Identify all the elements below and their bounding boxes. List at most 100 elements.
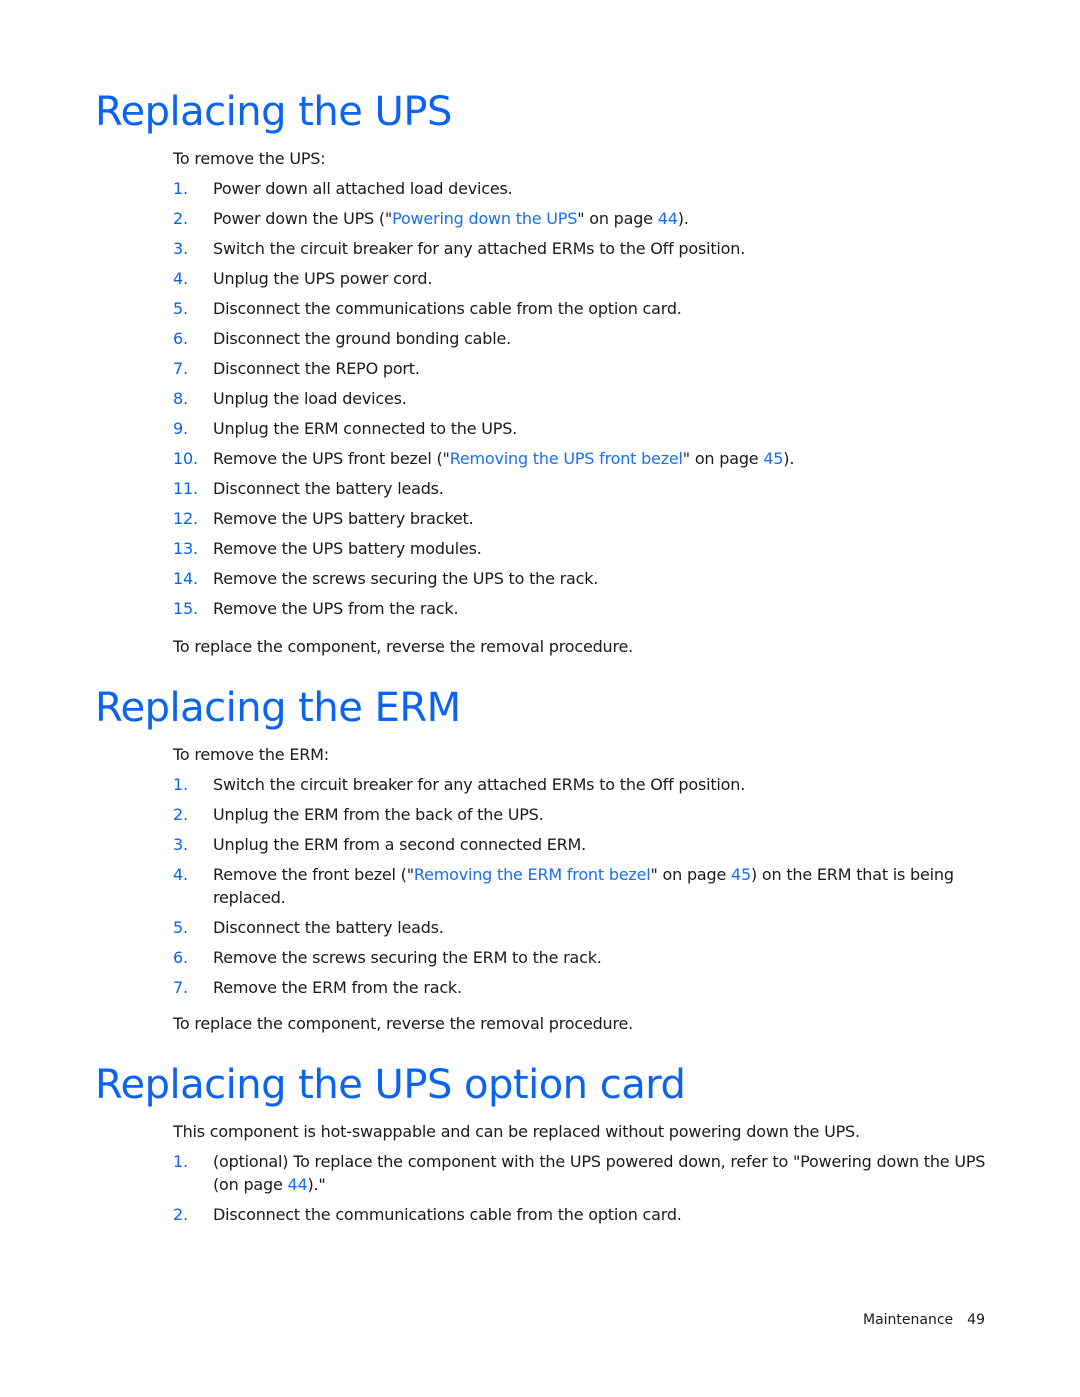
step-number: 13. [173,539,198,558]
step-text: Disconnect the communications cable from… [213,1205,682,1224]
step-number: 1. [173,179,188,198]
step-item: 1. (optional) To replace the component wi… [173,1150,993,1196]
step-number: 11. [173,479,198,498]
step-text: Remove the UPS battery bracket. [213,509,474,528]
step-item: 3. Switch the circuit breaker for any att… [173,237,993,260]
step-item: 4. Remove the front bezel ("Removing the … [173,863,993,909]
step-item: 8. Unplug the load devices. [173,387,993,410]
step-text: Disconnect the REPO port. [213,359,420,378]
step-number: 7. [173,359,188,378]
step-text: ). [783,449,795,468]
step-number: 1. [173,775,188,794]
step-number: 6. [173,948,188,967]
step-item: 1. Switch the circuit breaker for any att… [173,773,993,796]
step-text: Unplug the ERM from the back of the UPS. [213,805,544,824]
step-number: 2. [173,805,188,824]
step-text: Remove the UPS battery modules. [213,539,482,558]
step-item: 7. Remove the ERM from the rack. [173,976,993,999]
section-outro: To replace the component, reverse the re… [173,1014,634,1033]
step-text: Switch the circuit breaker for any attac… [213,775,746,794]
step-text: Remove the screws securing the ERM to th… [213,948,602,967]
cross-reference-link[interactable]: 45 [731,865,751,884]
step-item: 4. Unplug the UPS power cord. [173,267,993,290]
section-title-replacing-ups: Replacing the UPS [95,89,452,135]
step-number: 15. [173,599,198,618]
step-item: 15. Remove the UPS from the rack. [173,597,993,620]
step-number: 4. [173,269,188,288]
cross-reference-link[interactable]: Powering down the UPS [392,209,577,228]
steps-list: 1. (optional) To replace the component wi… [173,1150,993,1233]
step-number: 14. [173,569,198,588]
footer-section-name: Maintenance [863,1312,954,1328]
step-item: 11. Disconnect the battery leads. [173,477,993,500]
step-text: Remove the ERM from the rack. [213,978,462,997]
step-text: Disconnect the battery leads. [213,479,444,498]
step-text: " on page [682,449,764,468]
steps-list: 1. Power down all attached load devices. 2… [173,177,993,627]
step-text: Switch the circuit breaker for any attac… [213,239,746,258]
step-number: 3. [173,239,188,258]
step-text: ). [677,209,689,228]
cross-reference-link[interactable]: Removing the UPS front bezel [450,449,683,468]
step-text: Remove the screws securing the UPS to th… [213,569,599,588]
step-number: 5. [173,299,188,318]
section-intro: This component is hot-swappable and can … [173,1122,860,1141]
step-item: 5. Disconnect the communications cable fr… [173,297,993,320]
step-text: )." [307,1175,326,1194]
step-text: Unplug the UPS power cord. [213,269,433,288]
step-number: 10. [173,449,198,468]
section-intro: To remove the UPS: [173,149,326,168]
section-title-replacing-erm: Replacing the ERM [95,685,461,731]
step-number: 7. [173,978,188,997]
step-text: (optional) To replace the component with… [213,1152,986,1194]
section-outro: To replace the component, reverse the re… [173,637,634,656]
step-item: 2. Disconnect the communications cable fr… [173,1203,993,1226]
step-item: 1. Power down all attached load devices. [173,177,993,200]
step-text: Remove the front bezel (" [213,865,414,884]
step-number: 1. [173,1152,188,1171]
step-number: 5. [173,918,188,937]
step-item: 12. Remove the UPS battery bracket. [173,507,993,530]
step-item: 14. Remove the screws securing the UPS to… [173,567,993,590]
cross-reference-link[interactable]: 45 [763,449,783,468]
step-number: 8. [173,389,188,408]
page-number: 49 [967,1312,985,1328]
cross-reference-link[interactable]: 44 [658,209,678,228]
step-text: " on page [650,865,732,884]
step-item: 3. Unplug the ERM from a second connected… [173,833,993,856]
section-title-replacing-option-card: Replacing the UPS option card [95,1062,686,1108]
step-number: 12. [173,509,198,528]
cross-reference-link[interactable]: 44 [288,1175,308,1194]
section-intro: To remove the ERM: [173,745,329,764]
step-number: 2. [173,209,188,228]
step-item: 6. Remove the screws securing the ERM to … [173,946,993,969]
step-item: 6. Disconnect the ground bonding cable. [173,327,993,350]
step-number: 6. [173,329,188,348]
cross-reference-link[interactable]: Removing the ERM front bezel [414,865,651,884]
step-text: Unplug the ERM connected to the UPS. [213,419,518,438]
step-item: 7. Disconnect the REPO port. [173,357,993,380]
step-item: 2. Unplug the ERM from the back of the UP… [173,803,993,826]
step-text: " on page [577,209,658,228]
step-text: Unplug the ERM from a second connected E… [213,835,587,854]
step-text: Power down all attached load devices. [213,179,513,198]
step-number: 4. [173,865,188,884]
step-text: Power down the UPS (" [213,209,393,228]
step-text: Remove the UPS from the rack. [213,599,459,618]
step-text: Disconnect the battery leads. [213,918,444,937]
step-item: 10. Remove the UPS front bezel ("Removing… [173,447,993,470]
step-text: Disconnect the communications cable from… [213,299,682,318]
document-page: Replacing the UPS To remove the UPS: 1. P… [0,0,1080,1397]
step-text: Disconnect the ground bonding cable. [213,329,512,348]
step-item: 2. Power down the UPS ("Powering down the… [173,207,993,230]
step-number: 3. [173,835,188,854]
step-item: 9. Unplug the ERM connected to the UPS. [173,417,993,440]
page-footer: Maintenance 49 [863,1312,985,1328]
step-item: 13. Remove the UPS battery modules. [173,537,993,560]
step-item: 5. Disconnect the battery leads. [173,916,993,939]
step-text: Unplug the load devices. [213,389,407,408]
step-number: 9. [173,419,188,438]
step-text: Remove the UPS front bezel (" [213,449,450,468]
steps-list: 1. Switch the circuit breaker for any att… [173,773,993,1006]
step-number: 2. [173,1205,188,1224]
